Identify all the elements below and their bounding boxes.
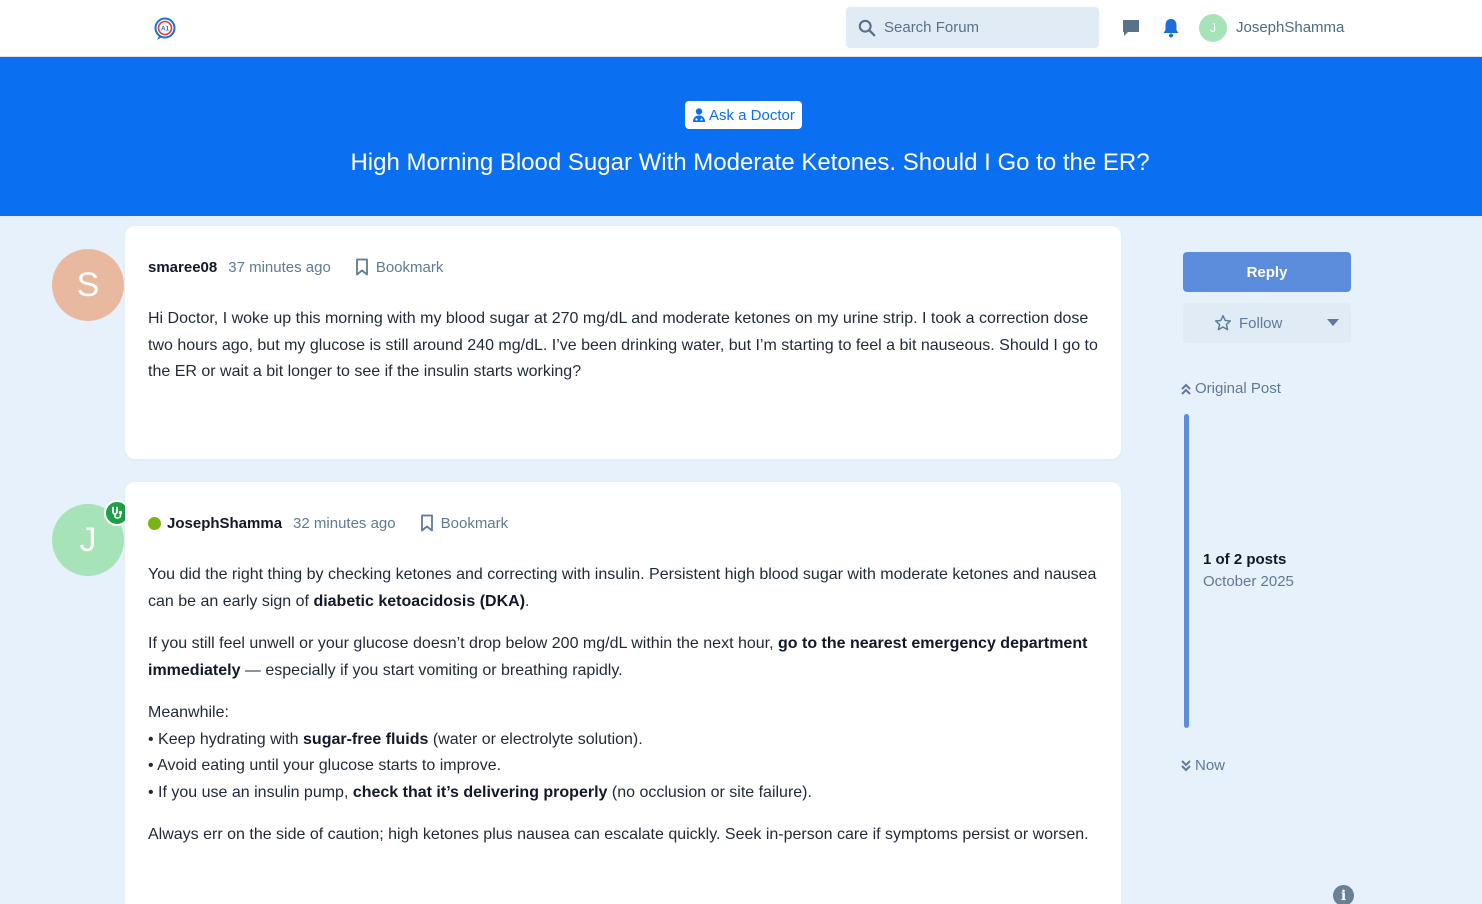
- original-post-label: Original Post: [1195, 380, 1281, 397]
- list-heading: Meanwhile:: [148, 704, 229, 721]
- topic-title: High Morning Blood Sugar With Moderate K…: [350, 149, 1150, 176]
- search-box[interactable]: [846, 7, 1099, 48]
- list-item: • If you use an insulin pump, check that…: [148, 783, 812, 801]
- post-card: JosephShamma 32 minutes ago Bookmark You…: [125, 482, 1121, 904]
- follow-label: Follow: [1239, 314, 1283, 332]
- post-meta: smaree08 37 minutes ago Bookmark: [148, 258, 443, 276]
- category-badge[interactable]: Ask a Doctor: [685, 101, 802, 129]
- search-input[interactable]: [884, 19, 1084, 36]
- stethoscope-icon: [112, 506, 123, 519]
- logo-icon[interactable]: A1: [153, 17, 177, 41]
- post-meta: JosephShamma 32 minutes ago Bookmark: [148, 514, 508, 532]
- category-label: Ask a Doctor: [709, 106, 795, 124]
- timeline-scrollbar[interactable]: [1184, 414, 1189, 728]
- online-indicator: [148, 516, 161, 530]
- bell-icon[interactable]: [1160, 17, 1182, 39]
- timeline-original-post[interactable]: Original Post: [1180, 380, 1281, 397]
- chevrons-down-icon: [1181, 759, 1191, 771]
- bookmark-icon: [355, 258, 368, 276]
- follow-button[interactable]: Follow: [1183, 303, 1351, 343]
- timeline-count: 1 of 2 posts: [1203, 551, 1287, 568]
- post-time[interactable]: 37 minutes ago: [228, 259, 331, 276]
- star-icon: [1214, 314, 1232, 331]
- now-label: Now: [1195, 757, 1226, 774]
- bookmark-button[interactable]: Bookmark: [419, 514, 509, 532]
- timeline-date: October 2025: [1203, 573, 1294, 590]
- doctor-icon: [693, 108, 705, 122]
- bookmark-label: Bookmark: [440, 514, 509, 532]
- post-paragraph: You did the right thing by checking keto…: [148, 566, 1097, 610]
- post-body: You did the right thing by checking keto…: [148, 562, 1098, 865]
- post-paragraph: Always err on the side of caution; high …: [148, 826, 1089, 843]
- post-card: smaree08 37 minutes ago Bookmark Hi Doct…: [125, 226, 1121, 459]
- search-icon: [858, 19, 876, 36]
- post-paragraph: If you still feel unwell or your glucose…: [148, 635, 1088, 679]
- bookmark-button[interactable]: Bookmark: [354, 258, 444, 276]
- reply-button[interactable]: Reply: [1183, 252, 1351, 292]
- caret-down-icon[interactable]: [1327, 319, 1339, 326]
- user-avatar[interactable]: J: [1199, 14, 1227, 42]
- list-item: • Keep hydrating with sugar-free fluids …: [148, 730, 643, 748]
- info-icon[interactable]: i: [1333, 885, 1354, 904]
- list-item: • Avoid eating until your glucose starts…: [148, 757, 502, 774]
- post-author-avatar[interactable]: S: [52, 249, 124, 321]
- username-link[interactable]: JosephShamma: [1236, 19, 1344, 36]
- post-body: Hi Doctor, I woke up this morning with m…: [148, 306, 1098, 402]
- top-navbar: A1 J JosephShamma: [0, 0, 1482, 57]
- post-paragraph: Meanwhile: • Keep hydrating with sugar-f…: [148, 700, 1098, 806]
- bookmark-icon: [420, 514, 433, 532]
- post-time[interactable]: 32 minutes ago: [293, 515, 396, 532]
- chat-icon[interactable]: [1120, 17, 1142, 39]
- post-author[interactable]: JosephShamma: [167, 515, 282, 532]
- chevrons-up-icon: [1181, 383, 1191, 395]
- svg-text:A1: A1: [161, 26, 170, 33]
- bookmark-label: Bookmark: [375, 258, 444, 276]
- timeline-now[interactable]: Now: [1180, 757, 1225, 774]
- post-paragraph: Hi Doctor, I woke up this morning with m…: [148, 310, 1098, 380]
- topic-header: Ask a Doctor High Morning Blood Sugar Wi…: [0, 57, 1482, 216]
- post-author[interactable]: smaree08: [148, 259, 217, 276]
